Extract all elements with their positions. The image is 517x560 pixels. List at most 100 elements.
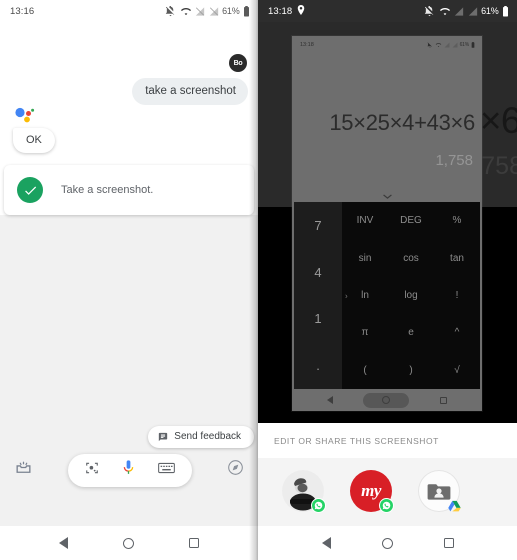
home-icon bbox=[363, 392, 410, 408]
background-result: 758 bbox=[481, 152, 517, 180]
user-message-bubble: take a screenshot bbox=[132, 78, 248, 105]
key-tan[interactable]: tan bbox=[434, 253, 480, 264]
assistant-input-row bbox=[0, 448, 258, 492]
whatsapp-badge-icon bbox=[379, 498, 394, 513]
battery-percent: 61% bbox=[481, 6, 499, 16]
key-7[interactable]: 7 bbox=[294, 202, 342, 249]
share-target-list: my bbox=[258, 458, 517, 526]
whatsapp-badge-icon bbox=[311, 498, 326, 513]
assistant-panel: 13:16 61% Bo take a screenshot OK Take a… bbox=[0, 0, 258, 560]
compass-explore-icon[interactable] bbox=[227, 459, 244, 481]
share-target-makemytrip[interactable]: my bbox=[350, 470, 394, 513]
home-circle-icon bbox=[382, 396, 391, 404]
battery-percent: 61% bbox=[222, 6, 240, 16]
screenshot-thumbnail[interactable]: 13:18 61% 15×25×4+43×6 1,758 7 4 1 . › I… bbox=[292, 36, 482, 411]
avatar[interactable]: Bo bbox=[229, 54, 247, 72]
key-sqrt[interactable]: √ bbox=[434, 365, 480, 376]
calculator-display: 15×25×4+43×6 1,758 bbox=[292, 54, 482, 202]
share-target-whatsapp-contact[interactable] bbox=[282, 470, 326, 513]
back-icon[interactable] bbox=[321, 537, 331, 549]
preview-battery-percent: 61% bbox=[459, 42, 470, 48]
key-pi[interactable]: π bbox=[342, 327, 388, 338]
screenshot-result-card[interactable]: Take a screenshot. bbox=[4, 165, 254, 215]
background-expression: ×6 bbox=[479, 100, 517, 141]
keypad-pager-arrow-icon[interactable]: › bbox=[345, 291, 348, 300]
keypad-row: π e ^ bbox=[342, 314, 480, 351]
google-drive-badge-icon bbox=[447, 498, 462, 513]
calculator-number-column: 7 4 1 . bbox=[294, 202, 342, 389]
battery-icon bbox=[503, 5, 508, 16]
signal-off-icon bbox=[444, 42, 450, 48]
keyboard-icon[interactable] bbox=[158, 461, 175, 479]
status-time: 13:16 bbox=[10, 5, 35, 17]
right-status-bar: 13:18 61% bbox=[258, 0, 517, 22]
preview-nav-bar bbox=[294, 389, 480, 411]
key-e[interactable]: e bbox=[388, 327, 434, 338]
key-inv[interactable]: INV bbox=[342, 215, 388, 226]
calculator-keypad: 7 4 1 . › INV DEG % sin cos tan ln log !… bbox=[294, 202, 480, 389]
notifications-off-icon bbox=[424, 5, 434, 16]
key-deg[interactable]: DEG bbox=[388, 215, 434, 226]
share-sheet: EDIT OR SHARE THIS SCREENSHOT my bbox=[258, 423, 517, 526]
key-close-paren[interactable]: ) bbox=[388, 365, 434, 376]
wifi-icon bbox=[439, 7, 450, 15]
notifications-off-icon bbox=[427, 42, 432, 48]
preview-status-bar: 13:18 61% bbox=[292, 36, 482, 54]
key-decimal[interactable]: . bbox=[294, 342, 342, 389]
preview-status-icons: 61% bbox=[427, 42, 475, 48]
screenshot-preview-panel: 13:18 61% ×6 758 13:18 61% 15×25×4+43×6 … bbox=[258, 0, 517, 560]
conversation-area: Bo take a screenshot OK Take a screensho… bbox=[0, 22, 258, 526]
signal-off-icon bbox=[209, 6, 218, 16]
key-factorial[interactable]: ! bbox=[434, 290, 480, 301]
key-log[interactable]: log bbox=[388, 290, 434, 301]
key-percent[interactable]: % bbox=[434, 215, 480, 226]
key-4[interactable]: 4 bbox=[294, 249, 342, 296]
preview-stage: ×6 758 13:18 61% 15×25×4+43×6 1,758 7 4 … bbox=[258, 22, 517, 423]
right-nav-bar bbox=[258, 526, 517, 560]
recents-icon[interactable] bbox=[443, 538, 454, 548]
send-feedback-button[interactable]: Send feedback bbox=[148, 426, 254, 448]
status-icons: 61% bbox=[424, 5, 509, 17]
chevron-down-icon[interactable] bbox=[292, 193, 482, 200]
google-lens-icon[interactable] bbox=[85, 461, 99, 480]
wifi-icon bbox=[435, 43, 441, 47]
panel-divider bbox=[249, 0, 258, 560]
home-icon[interactable] bbox=[122, 537, 134, 549]
key-1[interactable]: 1 bbox=[294, 296, 342, 343]
calculator-expression: 15×25×4+43×6 bbox=[329, 110, 475, 135]
share-target-drive-folder[interactable] bbox=[418, 470, 462, 513]
location-pin-icon bbox=[297, 2, 305, 20]
feedback-icon bbox=[159, 432, 168, 441]
google-assistant-logo-icon bbox=[14, 107, 36, 125]
recents-icon[interactable] bbox=[188, 538, 199, 548]
snapshot-inbox-icon[interactable] bbox=[14, 458, 33, 482]
status-icons: 61% bbox=[165, 5, 250, 17]
signal-off-icon bbox=[195, 6, 205, 16]
keypad-row: ln log ! bbox=[342, 277, 480, 314]
send-feedback-label: Send feedback bbox=[174, 431, 241, 442]
keypad-row: sin cos tan bbox=[342, 239, 480, 276]
left-status-bar: 13:16 61% bbox=[0, 0, 258, 22]
share-sheet-title: EDIT OR SHARE THIS SCREENSHOT bbox=[258, 423, 517, 458]
key-sin[interactable]: sin bbox=[342, 253, 388, 264]
assistant-reply-bubble: OK bbox=[13, 128, 55, 153]
key-cos[interactable]: cos bbox=[388, 253, 434, 264]
home-icon[interactable] bbox=[381, 537, 393, 549]
left-nav-bar bbox=[0, 526, 258, 560]
keypad-row: INV DEG % bbox=[342, 202, 480, 239]
back-icon[interactable] bbox=[59, 537, 69, 549]
key-open-paren[interactable]: ( bbox=[342, 365, 388, 376]
signal-off-icon bbox=[452, 42, 458, 48]
recents-icon bbox=[439, 396, 447, 404]
calculator-scientific-column: › INV DEG % sin cos tan ln log ! π e ^ (… bbox=[342, 202, 480, 389]
back-icon bbox=[327, 396, 334, 404]
key-power[interactable]: ^ bbox=[434, 327, 480, 338]
battery-icon bbox=[471, 42, 475, 48]
microphone-icon[interactable] bbox=[121, 459, 136, 481]
keypad-row: ( ) √ bbox=[342, 352, 480, 389]
preview-status-time: 13:18 bbox=[300, 42, 314, 48]
key-ln[interactable]: ln bbox=[342, 290, 388, 301]
success-check-icon bbox=[17, 177, 43, 203]
assistant-input-pill[interactable] bbox=[68, 453, 192, 487]
notifications-off-icon bbox=[165, 5, 175, 16]
